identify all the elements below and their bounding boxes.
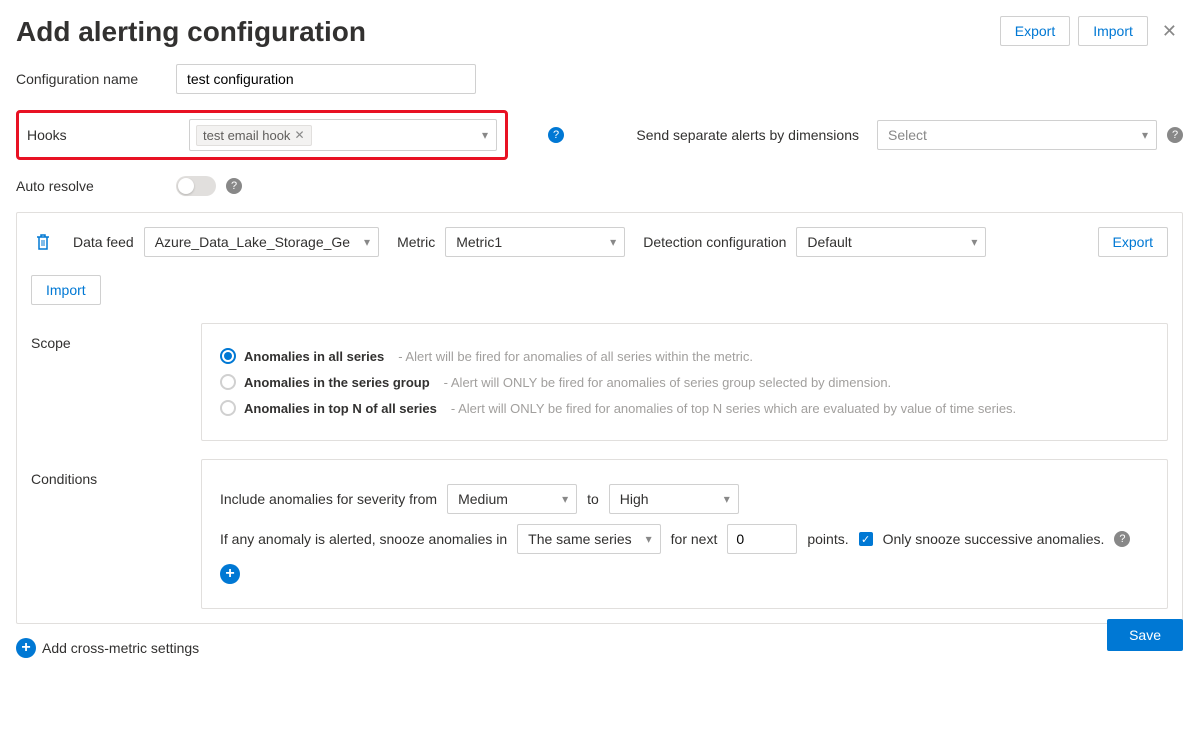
export-button-card[interactable]: Export <box>1098 227 1168 257</box>
import-button-card[interactable]: Import <box>31 275 101 305</box>
auto-resolve-label: Auto resolve <box>16 178 166 194</box>
severity-from-value: Medium <box>458 491 508 507</box>
separate-select[interactable]: Select ▾ <box>877 120 1157 150</box>
only-successive-checkbox[interactable]: ✓ <box>859 532 873 546</box>
hooks-label: Hooks <box>27 127 177 143</box>
chevron-down-icon: ▾ <box>724 492 730 506</box>
scope-radio-top-n[interactable] <box>220 400 236 416</box>
scope-radio-series-group[interactable] <box>220 374 236 390</box>
hooks-tag-remove-icon[interactable]: ✕ <box>294 128 304 142</box>
snooze-scope-select[interactable]: The same series ▾ <box>517 524 660 554</box>
separate-help-icon[interactable]: ? <box>1167 127 1183 143</box>
export-button-top[interactable]: Export <box>1000 16 1070 46</box>
chevron-down-icon: ▾ <box>610 235 616 249</box>
add-cross-metric-text: Add cross-metric settings <box>42 640 199 656</box>
add-condition-icon[interactable]: + <box>220 564 240 584</box>
snooze-prefix: If any anomaly is alerted, snooze anomal… <box>220 531 507 547</box>
chevron-down-icon: ▾ <box>971 235 977 249</box>
page-title: Add alerting configuration <box>16 16 366 48</box>
chevron-down-icon: ▾ <box>646 532 652 546</box>
scope-radio-all-series[interactable] <box>220 348 236 364</box>
scope-label: Scope <box>31 323 161 351</box>
scope-opt1-desc: - Alert will be fired for anomalies of a… <box>398 349 753 364</box>
save-button[interactable]: Save <box>1107 619 1183 651</box>
only-successive-label: Only snooze successive anomalies. <box>883 531 1105 547</box>
only-successive-help-icon[interactable]: ? <box>1114 531 1130 547</box>
add-cross-metric-link[interactable]: + Add cross-metric settings <box>16 638 1183 658</box>
data-feed-label: Data feed <box>73 234 134 250</box>
hooks-select[interactable]: test email hook ✕ ▾ <box>189 119 497 151</box>
hooks-tag-text: test email hook <box>203 128 290 143</box>
auto-resolve-toggle[interactable] <box>176 176 216 196</box>
auto-resolve-help-icon[interactable]: ? <box>226 178 242 194</box>
hooks-help-icon[interactable]: ? <box>548 127 564 143</box>
metric-value: Metric1 <box>456 234 502 250</box>
metric-select[interactable]: Metric1 ▾ <box>445 227 625 257</box>
severity-from-select[interactable]: Medium ▾ <box>447 484 577 514</box>
conditions-body: Include anomalies for severity from Medi… <box>201 459 1168 609</box>
data-feed-value: Azure_Data_Lake_Storage_Ge <box>155 234 350 250</box>
chevron-down-icon: ▾ <box>562 492 568 506</box>
snooze-count-input[interactable] <box>727 524 797 554</box>
detection-value: Default <box>807 234 851 250</box>
detection-label: Detection configuration <box>643 234 786 250</box>
separate-placeholder: Select <box>888 127 927 143</box>
delete-metric-icon[interactable] <box>31 229 55 255</box>
data-feed-select[interactable]: Azure_Data_Lake_Storage_Ge ▾ <box>144 227 379 257</box>
snooze-points-text: points. <box>807 531 848 547</box>
plus-icon: + <box>16 638 36 658</box>
scope-opt1-text: Anomalies in all series <box>244 349 384 364</box>
toggle-knob <box>178 178 194 194</box>
config-name-label: Configuration name <box>16 71 166 87</box>
scope-opt3-text: Anomalies in top N of all series <box>244 401 437 416</box>
severity-to-select[interactable]: High ▾ <box>609 484 739 514</box>
severity-to-text: to <box>587 491 599 507</box>
detection-select[interactable]: Default ▾ <box>796 227 986 257</box>
import-button-top[interactable]: Import <box>1078 16 1148 46</box>
severity-to-value: High <box>620 491 649 507</box>
metric-card: Data feed Azure_Data_Lake_Storage_Ge ▾ M… <box>16 212 1183 624</box>
scope-opt2-desc: - Alert will ONLY be fired for anomalies… <box>444 375 892 390</box>
separate-label: Send separate alerts by dimensions <box>636 127 859 143</box>
conditions-label: Conditions <box>31 459 161 487</box>
severity-prefix: Include anomalies for severity from <box>220 491 437 507</box>
scope-body: Anomalies in all series - Alert will be … <box>201 323 1168 441</box>
config-name-input[interactable] <box>176 64 476 94</box>
metric-label: Metric <box>397 234 435 250</box>
close-icon[interactable]: ✕ <box>1156 17 1183 46</box>
scope-opt3-desc: - Alert will ONLY be fired for anomalies… <box>451 401 1016 416</box>
chevron-down-icon: ▾ <box>1142 128 1148 142</box>
hooks-tag: test email hook ✕ <box>196 125 312 146</box>
chevron-down-icon: ▾ <box>364 235 370 249</box>
snooze-for-text: for next <box>671 531 718 547</box>
chevron-down-icon: ▾ <box>482 128 488 142</box>
snooze-scope-value: The same series <box>528 531 631 547</box>
hooks-highlight: Hooks test email hook ✕ ▾ <box>16 110 508 160</box>
scope-opt2-text: Anomalies in the series group <box>244 375 430 390</box>
